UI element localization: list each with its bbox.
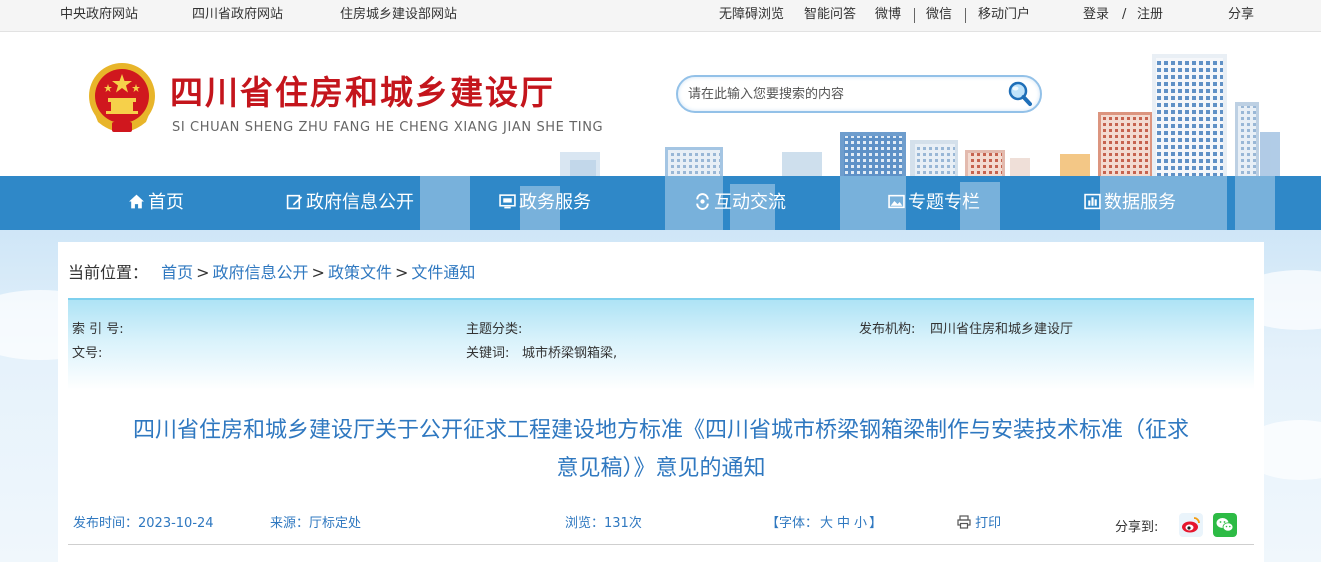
nav-special-label: 专题专栏 (908, 192, 980, 213)
site-header: 四川省住房和城乡建设厅 SI CHUAN SHENG ZHU FANG HE C… (0, 32, 1321, 176)
login-link[interactable]: 登录 (1083, 0, 1109, 32)
share-to-label: 分享到: (1115, 520, 1159, 535)
printer-icon (957, 515, 971, 529)
source-label: 来源： (270, 516, 310, 531)
publisher-value: 四川省住房和城乡建设厅 (930, 322, 1074, 337)
publish-date: 发布时间：2023-10-24 (73, 512, 214, 531)
keywords-value: 城市桥梁钢箱梁, (522, 346, 618, 361)
view-count: 浏览：131次 (565, 512, 642, 531)
font-size-control: 【字体：大中小】 (766, 512, 882, 531)
edit-icon (286, 194, 303, 210)
view-count-value: 131次 (604, 516, 642, 531)
publisher-label: 发布机构: (859, 322, 916, 337)
nav-interaction[interactable]: 互动交流 (694, 176, 786, 230)
link-weibo[interactable]: 微博 (875, 0, 901, 32)
breadcrumb: 当前位置： 首页 > 政府信息公开 > 政策文件 > 文件通知 (68, 259, 475, 283)
nav-services-label: 政务服务 (519, 192, 591, 213)
main-nav: 首页 政府信息公开 政务服务 互动交流 专题专栏 数据服务 (0, 176, 1321, 230)
breadcrumb-notice[interactable]: 文件通知 (411, 263, 475, 282)
national-emblem-icon (89, 63, 155, 132)
article-title-line: 四川省住房和城乡建设厅关于公开征求工程建设地方标准《四川省城市桥梁钢箱梁制作与安… (132, 418, 1189, 443)
interaction-icon (696, 193, 709, 210)
nav-gov-info[interactable]: 政府信息公开 (286, 176, 414, 230)
nav-home-label: 首页 (148, 192, 184, 213)
breadcrumb-prefix: 当前位置： (68, 263, 149, 282)
breadcrumb-separator: > (311, 263, 325, 282)
register-link[interactable]: 注册 (1137, 0, 1163, 32)
link-accessibility[interactable]: 无障碍浏览 (719, 0, 784, 32)
topic-label: 主题分类: (466, 322, 523, 337)
document-metadata: 索 引 号: 主题分类: 发布机构: 四川省住房和城乡建设厅 文号: 关键词: … (68, 298, 1254, 390)
breadcrumb-gov-info[interactable]: 政府信息公开 (213, 263, 309, 282)
index-number-label: 索 引 号: (72, 322, 124, 337)
link-wechat[interactable]: 微信 (926, 0, 952, 32)
nav-data-label: 数据服务 (1104, 192, 1176, 213)
link-central-gov[interactable]: 中央政府网站 (60, 0, 138, 32)
publish-date-value: 2023-10-24 (138, 516, 214, 531)
breadcrumb-separator: > (196, 263, 210, 282)
share-link[interactable]: 分享 (1228, 0, 1254, 32)
divider (965, 8, 966, 23)
print-label: 打印 (975, 516, 1002, 531)
font-size-small[interactable]: 小 (854, 516, 867, 531)
link-mobile[interactable]: 移动门户 (978, 0, 1030, 32)
login-separator: / (1122, 7, 1127, 22)
monitor-icon (499, 194, 516, 209)
source-value: 厅标定处 (309, 516, 362, 531)
font-size-large[interactable]: 大 (820, 516, 833, 531)
nav-services[interactable]: 政务服务 (499, 176, 591, 230)
content-panel: 当前位置： 首页 > 政府信息公开 > 政策文件 > 文件通知 索 引 号: 主题分类: 发… (58, 242, 1264, 562)
divider (914, 8, 915, 23)
nav-interaction-label: 互动交流 (714, 192, 786, 213)
publish-date-label: 发布时间： (73, 516, 139, 531)
wechat-share-icon[interactable] (1213, 513, 1237, 537)
breadcrumb-separator: > (394, 263, 409, 282)
home-icon (129, 194, 144, 209)
nav-home[interactable]: 首页 (128, 176, 184, 230)
nav-special[interactable]: 专题专栏 (888, 176, 980, 230)
article-title-line: 意见稿）》意见的通知 (556, 456, 766, 481)
source: 来源：厅标定处 (270, 512, 361, 531)
font-size-end: 】 (869, 516, 883, 531)
bar-chart-icon (1084, 193, 1101, 210)
weibo-share-icon[interactable] (1179, 513, 1203, 537)
view-count-label: 浏览： (565, 516, 605, 531)
divider (68, 544, 1254, 545)
city-skyline-illustration (560, 54, 1280, 176)
nav-data[interactable]: 数据服务 (1084, 176, 1176, 230)
doc-number-label: 文号: (72, 346, 103, 361)
font-size-medium[interactable]: 中 (837, 516, 850, 531)
article-title: 四川省住房和城乡建设厅关于公开征求工程建设地方标准《四川省城市桥梁钢箱梁制作与安… (68, 412, 1254, 488)
font-size-label: 【字体： (766, 516, 819, 531)
link-sichuan-gov[interactable]: 四川省政府网站 (192, 0, 283, 32)
print-button[interactable]: 打印 (957, 512, 1001, 531)
link-mohurd[interactable]: 住房城乡建设部网站 (340, 0, 457, 32)
image-icon (888, 194, 905, 209)
nav-gov-info-label: 政府信息公开 (306, 192, 414, 213)
breadcrumb-home[interactable]: 首页 (161, 263, 193, 282)
keywords-label: 关键词: (466, 346, 510, 361)
link-smart-qa[interactable]: 智能问答 (804, 0, 856, 32)
top-bar: 中央政府网站 四川省政府网站 住房城乡建设部网站 无障碍浏览 智能问答 微博 微… (0, 0, 1321, 32)
breadcrumb-policy[interactable]: 政策文件 (328, 263, 392, 282)
